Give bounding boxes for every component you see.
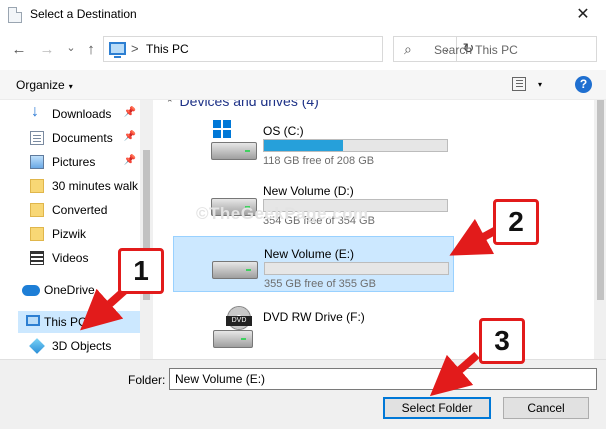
dvd-disc-icon: DVD: [226, 306, 252, 330]
view-options-caret-icon[interactable]: ▾: [538, 80, 542, 89]
drive-usage-bar: [264, 262, 449, 275]
step-1-callout: 1: [118, 248, 164, 294]
step-2-callout: 2: [493, 199, 539, 245]
group-header[interactable]: ⌃ Devices and drives (4): [166, 100, 319, 109]
sidebar-item-label: Downloads: [52, 107, 112, 121]
sidebar-item-onedrive[interactable]: OneDrive: [14, 279, 132, 301]
sidebar-item-pictures[interactable]: Pictures 📌: [22, 151, 140, 173]
download-icon: [30, 103, 44, 121]
videos-icon: [30, 251, 44, 265]
folder-label: Folder:: [128, 373, 166, 387]
drive-item-e[interactable]: New Volume (E:) 355 GB free of 355 GB: [173, 236, 454, 292]
dialog-footer: Folder: Select Folder Cancel: [0, 359, 606, 429]
forward-arrow-icon[interactable]: →: [38, 40, 56, 60]
view-options-icon[interactable]: [512, 77, 526, 91]
content-scrollbar[interactable]: [594, 100, 606, 359]
hard-drive-icon: [211, 142, 257, 160]
recent-locations-chevron-icon[interactable]: ⌄: [62, 38, 80, 58]
pin-icon: 📌: [123, 107, 136, 118]
sidebar-item-label: 30 minutes walk: [52, 179, 139, 193]
command-toolbar: Organize ▾ ▾ ?: [0, 70, 606, 100]
hard-drive-icon: [212, 261, 258, 279]
drive-name: DVD RW Drive (F:): [263, 310, 365, 324]
select-folder-button[interactable]: Select Folder: [383, 397, 491, 419]
watermark: ©TheGeekPage.com: [196, 204, 369, 223]
step-3-callout: 3: [479, 318, 525, 364]
close-button[interactable]: ✕: [560, 0, 606, 30]
sidebar-item-3d-objects[interactable]: 3D Objects: [22, 335, 140, 357]
up-arrow-icon[interactable]: ↑: [82, 40, 100, 60]
pin-icon: 📌: [123, 155, 136, 166]
sidebar-item-documents[interactable]: Documents 📌: [22, 127, 140, 149]
sidebar-item-label: OneDrive: [44, 283, 95, 297]
drive-name: New Volume (D:): [263, 184, 354, 198]
navigation-pane: Downloads 📌 Documents 📌 Pictures 📌 30 mi…: [0, 100, 153, 359]
sidebar-item-label: Converted: [52, 203, 108, 217]
scrollbar-thumb[interactable]: [597, 100, 604, 300]
windows-logo-icon: [213, 120, 231, 138]
sidebar-item-converted[interactable]: Converted: [22, 199, 140, 221]
sidebar-item-pizwik[interactable]: Pizwik: [22, 223, 140, 245]
back-arrow-icon[interactable]: ←: [10, 40, 28, 60]
drive-free-space: 355 GB free of 355 GB: [264, 278, 376, 290]
pictures-icon: [30, 155, 44, 169]
help-icon[interactable]: ?: [575, 76, 592, 93]
organize-label: Organize: [16, 78, 65, 92]
group-title: Devices and drives (4): [179, 100, 319, 109]
organize-menu-button[interactable]: Organize ▾: [16, 78, 73, 92]
drive-item-f[interactable]: DVD DVD RW Drive (F:): [173, 300, 454, 356]
address-bar[interactable]: > This PC ⌄ ↻: [103, 36, 474, 62]
sidebar-item-this-pc[interactable]: This PC: [18, 311, 140, 333]
sidebar-item-label: Pizwik: [52, 227, 87, 241]
pin-icon: 📌: [123, 131, 136, 142]
folder-icon: [30, 179, 44, 193]
search-icon: ⌕: [404, 41, 412, 57]
this-pc-icon: [109, 42, 126, 58]
drive-usage-fill: [264, 140, 343, 151]
drive-name: New Volume (E:): [264, 247, 355, 261]
drive-item-c[interactable]: OS (C:) 118 GB free of 208 GB: [173, 114, 454, 170]
folder-icon: [30, 203, 44, 217]
sidebar-item-label: 3D Objects: [52, 339, 112, 353]
onedrive-icon: [22, 285, 40, 296]
documents-icon: [30, 131, 44, 145]
folder-icon: [30, 227, 44, 241]
sidebar-item-label: Videos: [52, 251, 89, 265]
drive-usage-bar: [263, 139, 448, 152]
drive-name: OS (C:): [263, 124, 304, 138]
this-pc-icon: [26, 315, 40, 326]
dvd-drive-icon: [213, 330, 253, 348]
sidebar-item-label: Documents: [52, 131, 113, 145]
organize-caret-icon: ▾: [68, 82, 73, 91]
search-box[interactable]: ⌕ Search This PC: [393, 36, 597, 62]
sidebar-item-label: Pictures: [52, 155, 96, 169]
chevron-up-icon: ⌃: [166, 100, 174, 108]
drive-free-space: 118 GB free of 208 GB: [263, 155, 375, 167]
sidebar-item-label: This PC: [44, 315, 87, 329]
breadcrumb-location[interactable]: This PC: [146, 42, 189, 56]
cancel-button[interactable]: Cancel: [503, 397, 589, 419]
dvd-label: DVD: [226, 316, 252, 326]
title-bar: Select a Destination ✕: [0, 0, 606, 30]
search-placeholder: Search This PC: [434, 43, 518, 57]
sidebar-item-downloads[interactable]: Downloads 📌: [22, 103, 140, 125]
sidebar-scrollbar[interactable]: [140, 100, 153, 359]
folder-input[interactable]: [169, 368, 597, 390]
breadcrumb-separator: >: [131, 41, 139, 56]
document-icon: [8, 7, 22, 23]
sidebar-item-30-minutes-walk[interactable]: 30 minutes walk: [22, 175, 140, 197]
3d-objects-icon: [29, 338, 45, 354]
window-title: Select a Destination: [30, 7, 137, 21]
